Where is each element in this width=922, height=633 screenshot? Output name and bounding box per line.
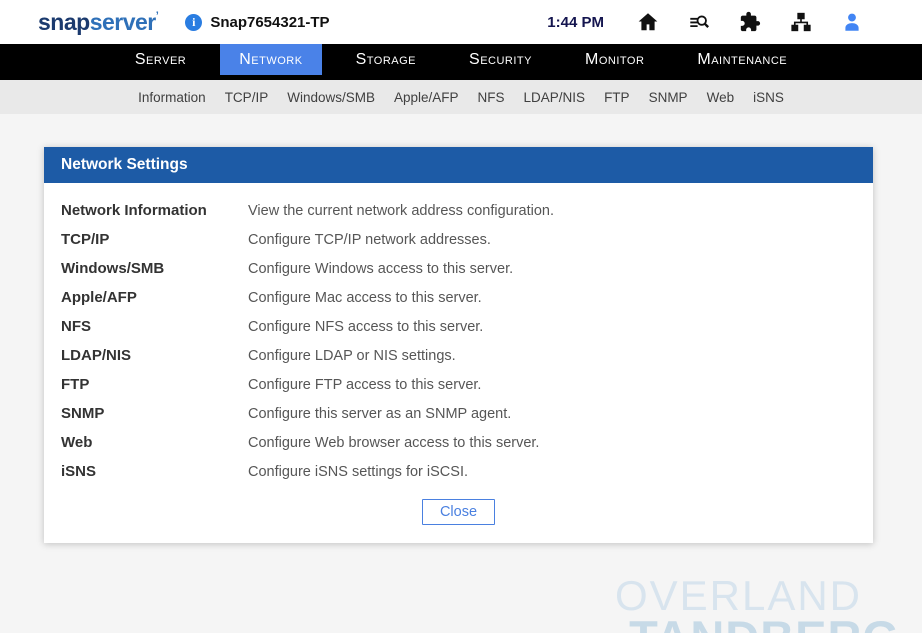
setting-row-isns: iSNS Configure iSNS settings for iSCSI. bbox=[61, 457, 856, 486]
clock-time: 1:44 PM bbox=[547, 14, 604, 31]
setting-row-nfs: NFS Configure NFS access to this server. bbox=[61, 312, 856, 341]
subnav-isns[interactable]: iSNS bbox=[753, 90, 784, 105]
link-web[interactable]: Web bbox=[61, 434, 248, 451]
setting-row-ftp: FTP Configure FTP access to this server. bbox=[61, 370, 856, 399]
close-button[interactable]: Close bbox=[422, 499, 495, 525]
setting-row-apple-afp: Apple/AFP Configure Mac access to this s… bbox=[61, 283, 856, 312]
user-icon[interactable] bbox=[840, 10, 864, 34]
link-tcpip[interactable]: TCP/IP bbox=[61, 231, 248, 248]
main-content: OVERLAND TANDBERG Network Settings Netwo… bbox=[0, 147, 922, 633]
home-icon[interactable] bbox=[636, 10, 660, 34]
subnav-nfs[interactable]: NFS bbox=[478, 90, 505, 105]
link-ftp[interactable]: FTP bbox=[61, 376, 248, 393]
snapserver-logo: snapserver’ bbox=[38, 9, 158, 36]
setting-row-web: Web Configure Web browser access to this… bbox=[61, 428, 856, 457]
setting-row-ldap-nis: LDAP/NIS Configure LDAP or NIS settings. bbox=[61, 341, 856, 370]
link-nfs[interactable]: NFS bbox=[61, 318, 248, 335]
panel-body: Network Information View the current net… bbox=[44, 183, 873, 543]
logo-part2: server bbox=[90, 9, 156, 35]
subnav-apple-afp[interactable]: Apple/AFP bbox=[394, 90, 459, 105]
watermark-tandberg: TANDBERG bbox=[615, 616, 900, 633]
subnav-windows-smb[interactable]: Windows/SMB bbox=[287, 90, 375, 105]
logo-trademark: ’ bbox=[156, 10, 159, 22]
desc-isns: Configure iSNS settings for iSCSI. bbox=[248, 464, 468, 480]
desc-apple-afp: Configure Mac access to this server. bbox=[248, 290, 482, 306]
link-snmp[interactable]: SNMP bbox=[61, 405, 248, 422]
desc-web: Configure Web browser access to this ser… bbox=[248, 435, 539, 451]
link-network-information[interactable]: Network Information bbox=[61, 202, 248, 219]
network-settings-panel: Network Settings Network Information Vie… bbox=[44, 147, 873, 543]
desc-tcpip: Configure TCP/IP network addresses. bbox=[248, 232, 491, 248]
subnav-ldap-nis[interactable]: LDAP/NIS bbox=[524, 90, 586, 105]
nav-tab-maintenance[interactable]: Maintenance bbox=[678, 44, 806, 75]
setting-row-network-information: Network Information View the current net… bbox=[61, 196, 856, 225]
nav-tab-security[interactable]: Security bbox=[450, 44, 551, 75]
watermark-overland: OVERLAND bbox=[615, 577, 862, 616]
network-subnav: Information TCP/IP Windows/SMB Apple/AFP… bbox=[0, 80, 922, 114]
subnav-ftp[interactable]: FTP bbox=[604, 90, 630, 105]
desc-snmp: Configure this server as an SNMP agent. bbox=[248, 406, 511, 422]
link-isns[interactable]: iSNS bbox=[61, 463, 248, 480]
nav-tab-monitor[interactable]: Monitor bbox=[566, 44, 663, 75]
panel-title: Network Settings bbox=[44, 147, 873, 183]
setting-row-windows-smb: Windows/SMB Configure Windows access to … bbox=[61, 254, 856, 283]
nav-tab-storage[interactable]: Storage bbox=[337, 44, 435, 75]
info-icon[interactable]: i bbox=[185, 14, 202, 31]
plugin-icon[interactable] bbox=[738, 10, 762, 34]
overland-tandberg-watermark: OVERLAND TANDBERG bbox=[615, 577, 900, 633]
link-windows-smb[interactable]: Windows/SMB bbox=[61, 260, 248, 277]
server-name: Snap7654321-TP bbox=[210, 14, 329, 31]
nav-tab-network[interactable]: Network bbox=[220, 44, 321, 75]
desc-ldap-nis: Configure LDAP or NIS settings. bbox=[248, 348, 456, 364]
top-header: snapserver’ i Snap7654321-TP 1:44 PM bbox=[0, 0, 922, 44]
subnav-tcpip[interactable]: TCP/IP bbox=[225, 90, 269, 105]
link-ldap-nis[interactable]: LDAP/NIS bbox=[61, 347, 248, 364]
desc-windows-smb: Configure Windows access to this server. bbox=[248, 261, 513, 277]
log-search-icon[interactable] bbox=[687, 10, 711, 34]
nav-tab-server[interactable]: Server bbox=[116, 44, 205, 75]
subnav-information[interactable]: Information bbox=[138, 90, 206, 105]
desc-network-information: View the current network address configu… bbox=[248, 203, 554, 219]
desc-ftp: Configure FTP access to this server. bbox=[248, 377, 481, 393]
subnav-web[interactable]: Web bbox=[707, 90, 735, 105]
main-nav: Server Network Storage Security Monitor … bbox=[0, 44, 922, 80]
server-title-group: i Snap7654321-TP bbox=[185, 14, 329, 31]
close-button-row: Close bbox=[61, 499, 856, 525]
setting-row-tcpip: TCP/IP Configure TCP/IP network addresse… bbox=[61, 225, 856, 254]
header-icon-bar bbox=[636, 10, 864, 34]
link-apple-afp[interactable]: Apple/AFP bbox=[61, 289, 248, 306]
setting-row-snmp: SNMP Configure this server as an SNMP ag… bbox=[61, 399, 856, 428]
subnav-snmp[interactable]: SNMP bbox=[649, 90, 688, 105]
logo-part1: snap bbox=[38, 9, 90, 35]
sitemap-icon[interactable] bbox=[789, 10, 813, 34]
desc-nfs: Configure NFS access to this server. bbox=[248, 319, 483, 335]
